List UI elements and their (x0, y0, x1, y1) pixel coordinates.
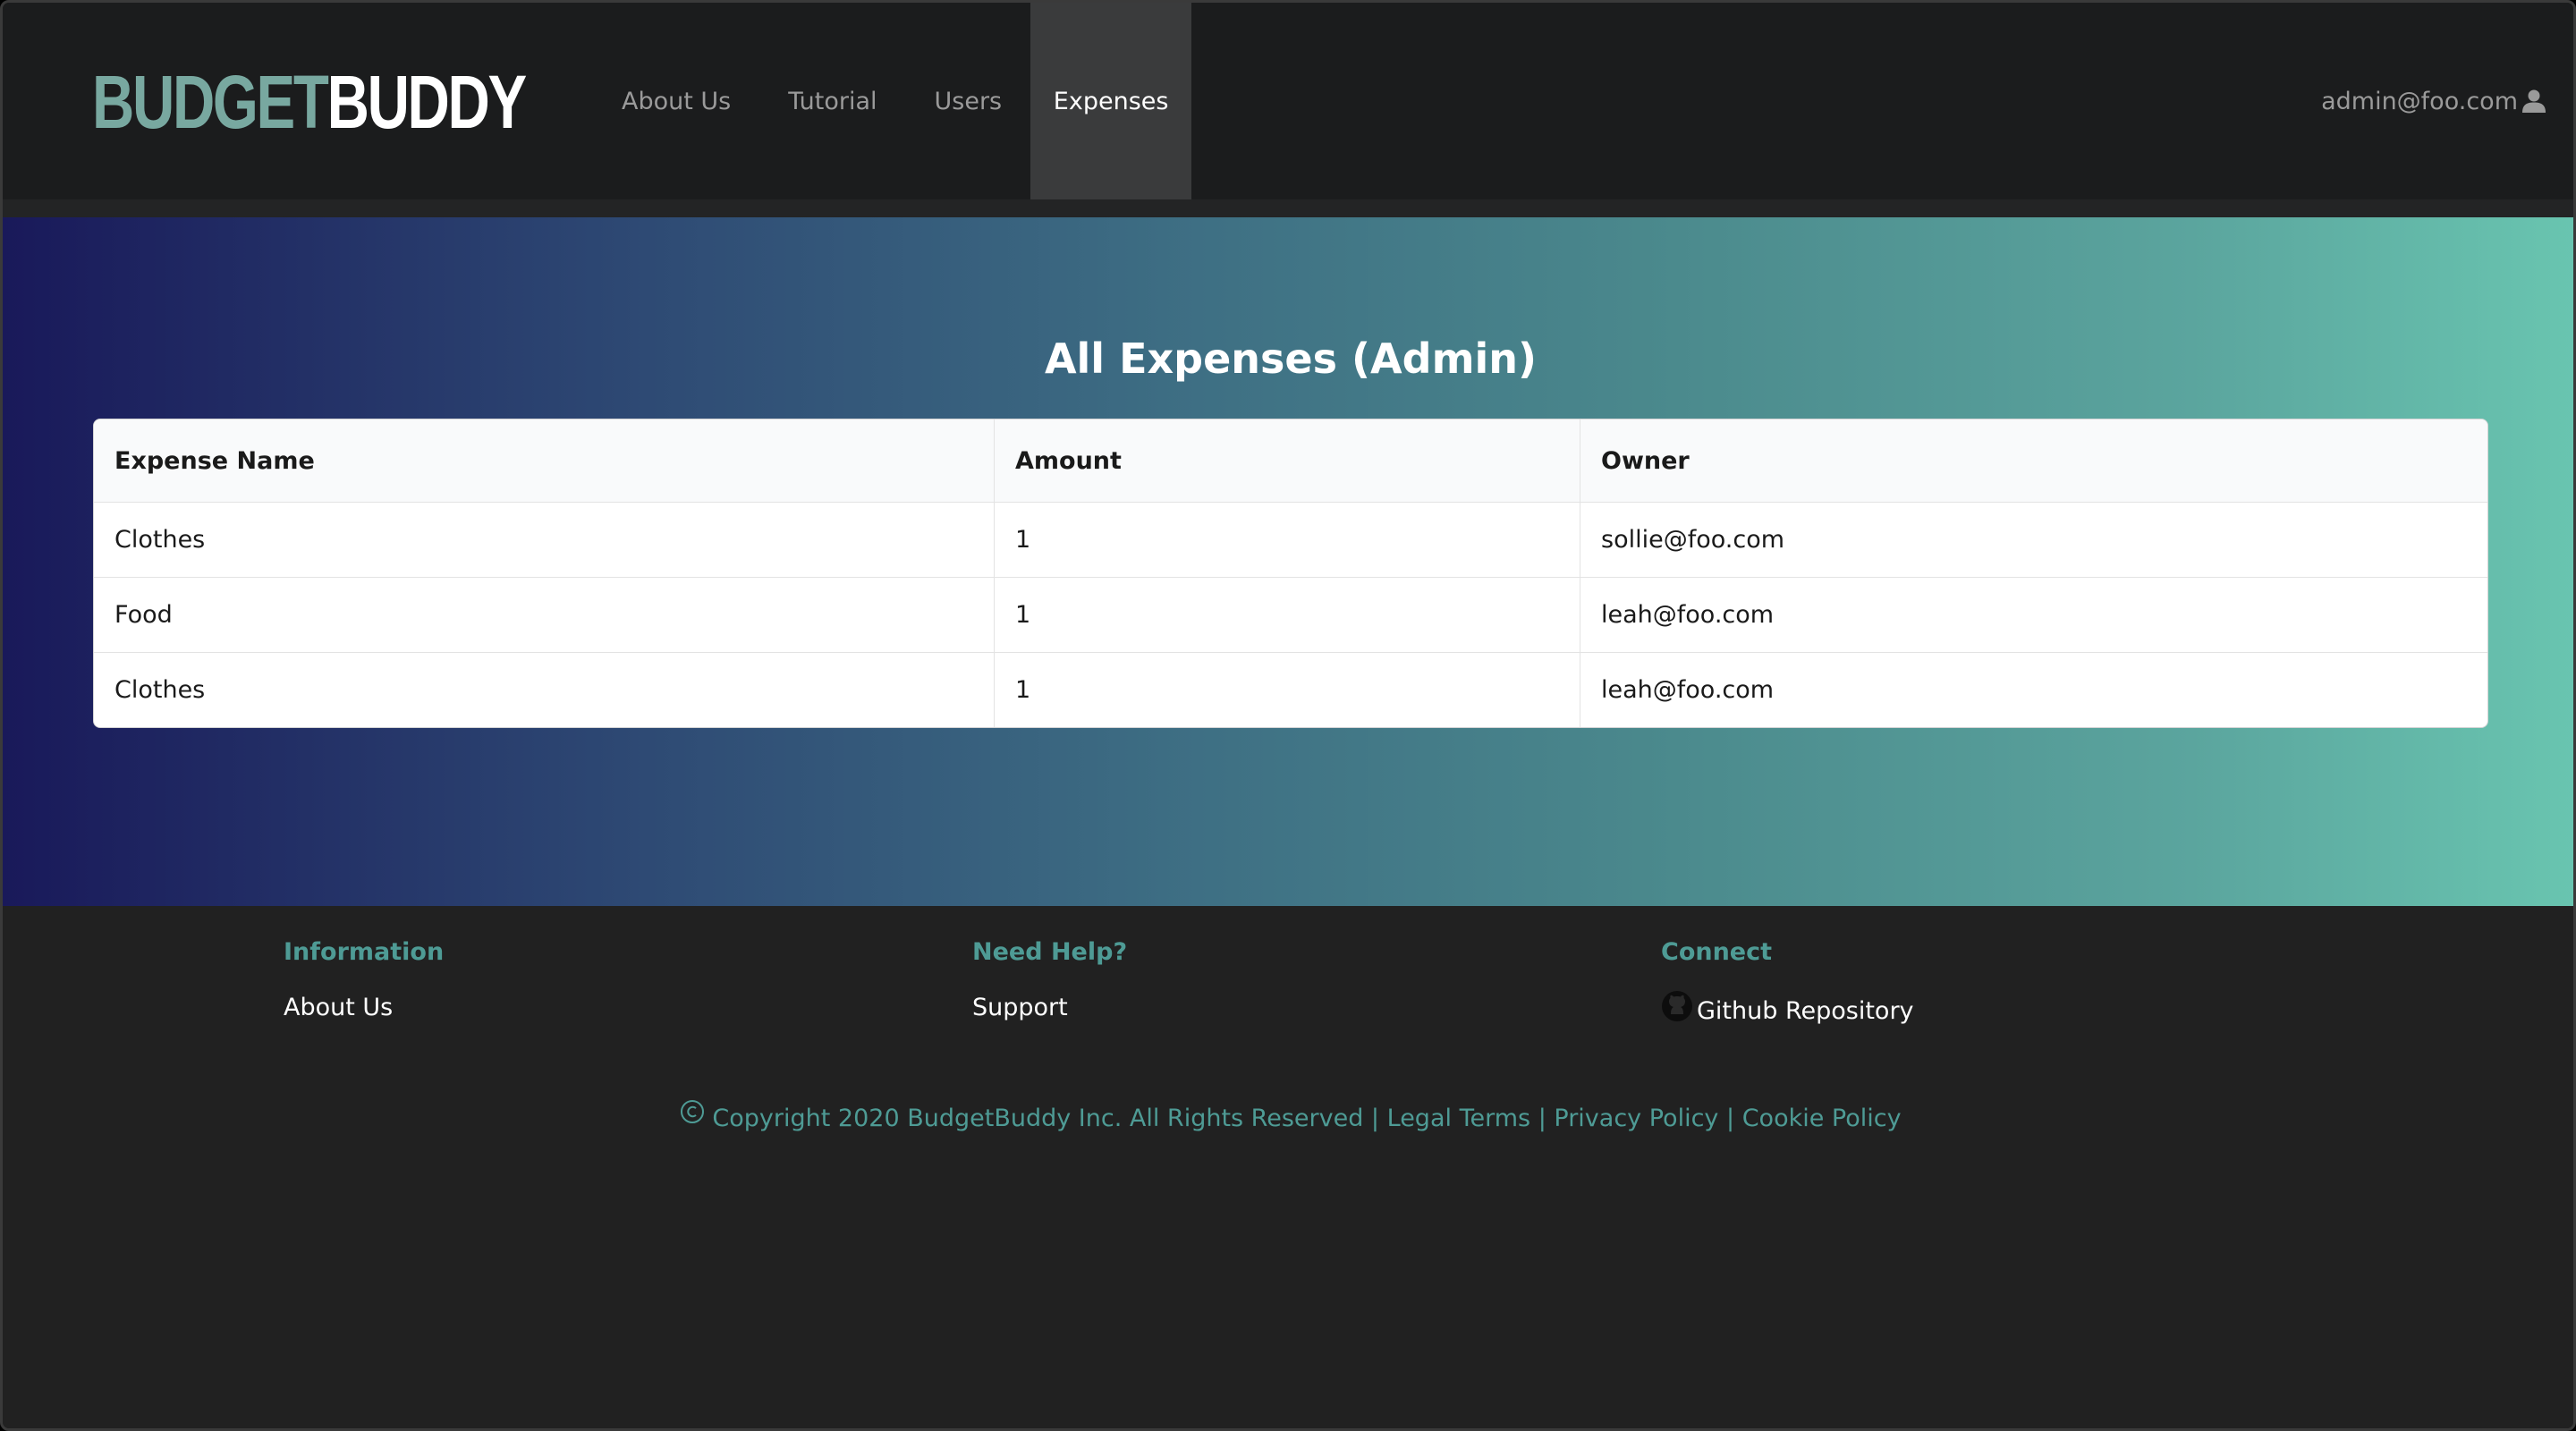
table-row: Food 1 leah@foo.com (94, 578, 2487, 653)
cell-owner: sollie@foo.com (1580, 503, 2487, 578)
logo-text-budget: BUDGET (92, 60, 329, 144)
cell-amount: 1 (995, 653, 1580, 727)
top-navbar: BUDGETBUDDY About Us Tutorial Users Expe… (3, 3, 2573, 217)
nav-item-about-us[interactable]: About Us (593, 3, 759, 199)
github-icon (1661, 990, 1693, 1033)
user-menu[interactable]: admin@foo.com (2321, 3, 2546, 199)
user-email: admin@foo.com (2321, 87, 2518, 115)
cookie-policy-link[interactable]: Cookie Policy (1742, 1105, 1902, 1132)
nav-item-users[interactable]: Users (906, 3, 1031, 199)
user-icon (2521, 89, 2546, 114)
cell-owner: leah@foo.com (1580, 578, 2487, 653)
cell-expense-name: Clothes (94, 653, 995, 727)
copyright-notice: Copyright 2020 BudgetBuddy Inc. All Righ… (3, 1099, 2573, 1137)
github-repository-label: Github Repository (1697, 997, 1914, 1025)
footer-heading-connect: Connect (1661, 938, 1773, 966)
budgetbuddy-logo[interactable]: BUDGETBUDDY (92, 64, 527, 140)
separator: | (1538, 1105, 1546, 1132)
footer-link-support[interactable]: Support (972, 990, 1127, 1026)
footer-link-github-repository[interactable]: Github Repository (1661, 990, 1914, 1033)
column-header-amount: Amount (995, 419, 1580, 503)
browser-window: BUDGETBUDDY About Us Tutorial Users Expe… (0, 0, 2576, 1431)
copyright-text: Copyright 2020 BudgetBuddy Inc. All Righ… (712, 1105, 1380, 1132)
cell-expense-name: Food (94, 578, 995, 653)
footer-column-information: Information About Us (284, 935, 444, 1026)
main-nav-menu: About Us Tutorial Users Expenses (593, 3, 1192, 199)
table-row: Clothes 1 leah@foo.com (94, 653, 2487, 727)
expenses-table: Expense Name Amount Owner Clothes 1 soll… (93, 419, 2488, 728)
cell-amount: 1 (995, 503, 1580, 578)
footer-heading-information: Information (284, 938, 445, 966)
main-content: All Expenses (Admin) Expense Name Amount… (3, 217, 2573, 906)
logo-text-buddy: BUDDY (326, 60, 528, 144)
footer-column-connect: Connect Github Repository (1661, 935, 1914, 1033)
page-title: All Expenses (Admin) (1044, 334, 1538, 383)
page-footer: Information About Us Need Help? Support … (3, 906, 2573, 1428)
footer-column-need-help: Need Help? Support (972, 935, 1127, 1026)
column-header-expense-name: Expense Name (94, 419, 995, 503)
cell-expense-name: Clothes (94, 503, 995, 578)
footer-heading-need-help: Need Help? (972, 938, 1128, 966)
copyright-icon (680, 1099, 705, 1135)
cell-amount: 1 (995, 578, 1580, 653)
nav-item-tutorial[interactable]: Tutorial (759, 3, 905, 199)
privacy-policy-link[interactable]: Privacy Policy (1554, 1105, 1718, 1132)
legal-terms-link[interactable]: Legal Terms (1387, 1105, 1530, 1132)
footer-link-about-us[interactable]: About Us (284, 990, 444, 1026)
table-row: Clothes 1 sollie@foo.com (94, 503, 2487, 578)
separator: | (1726, 1105, 1735, 1132)
nav-item-expenses[interactable]: Expenses (1030, 3, 1192, 199)
column-header-owner: Owner (1580, 419, 2487, 503)
cell-owner: leah@foo.com (1601, 676, 1775, 704)
table-header-row: Expense Name Amount Owner (94, 419, 2487, 503)
